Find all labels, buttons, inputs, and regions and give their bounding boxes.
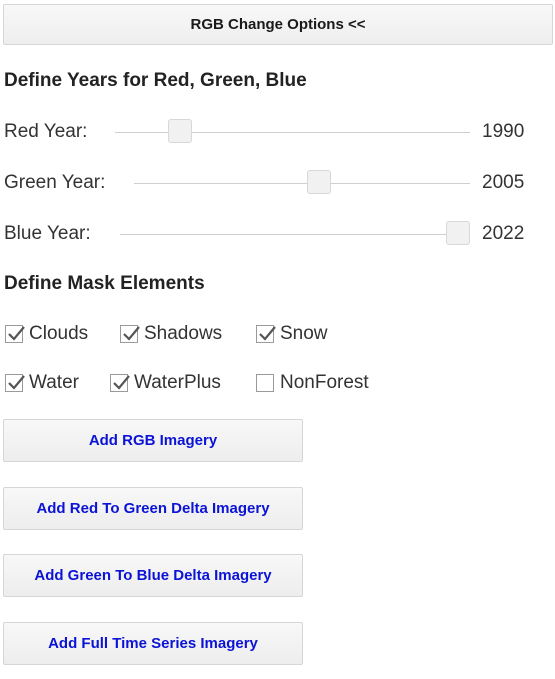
green-year-slider-row: Green Year: 2005 [0,164,555,204]
add-red-to-green-delta-button[interactable]: Add Red To Green Delta Imagery [3,487,303,530]
snow-checkbox[interactable]: Snow [256,320,328,348]
red-year-slider-row: Red Year: 1990 [0,113,555,153]
checkbox-icon[interactable] [256,325,276,343]
water-checkbox[interactable]: Water [5,369,79,397]
add-rgb-imagery-button[interactable]: Add RGB Imagery [3,419,303,462]
clouds-label: Clouds [29,323,89,344]
checkmark-icon [123,326,140,341]
checkbox-icon[interactable] [256,374,274,392]
blue-year-slider-row: Blue Year: 2022 [0,215,555,255]
clouds-checkbox[interactable]: Clouds [5,320,88,348]
red-year-value: 1990 [482,121,525,142]
snow-label: Snow [280,323,328,344]
checkmark-icon [8,375,25,390]
checkbox-icon[interactable] [110,374,130,392]
nonforest-checkbox[interactable]: NonForest [256,369,369,397]
green-year-label: Green Year: [4,172,106,193]
waterplus-checkbox[interactable]: WaterPlus [110,369,221,397]
blue-year-label: Blue Year: [4,223,91,244]
green-year-value: 2005 [482,172,525,193]
shadows-label: Shadows [144,323,223,344]
blue-year-track[interactable] [120,234,470,235]
rgb-change-options-button[interactable]: RGB Change Options << [3,4,553,45]
green-year-slider-thumb[interactable] [307,170,331,194]
checkbox-icon[interactable] [5,374,25,392]
shadows-checkbox[interactable]: Shadows [120,320,222,348]
checkmark-icon [113,375,130,390]
waterplus-label: WaterPlus [134,372,221,393]
checkbox-icon[interactable] [120,325,140,343]
red-year-label: Red Year: [4,121,88,142]
add-green-to-blue-delta-button[interactable]: Add Green To Blue Delta Imagery [3,554,303,597]
add-full-time-series-button[interactable]: Add Full Time Series Imagery [3,622,303,665]
green-year-track[interactable] [134,183,470,184]
checkbox-icon[interactable] [5,325,25,343]
red-year-slider-thumb[interactable] [168,119,192,143]
checkmark-icon [8,326,25,341]
checkmark-icon [259,326,276,341]
years-heading: Define Years for Red, Green, Blue [4,70,307,91]
blue-year-value: 2022 [482,223,525,244]
blue-year-slider-thumb[interactable] [446,221,470,245]
mask-heading: Define Mask Elements [4,273,205,294]
water-label: Water [29,372,79,393]
nonforest-label: NonForest [280,372,369,393]
